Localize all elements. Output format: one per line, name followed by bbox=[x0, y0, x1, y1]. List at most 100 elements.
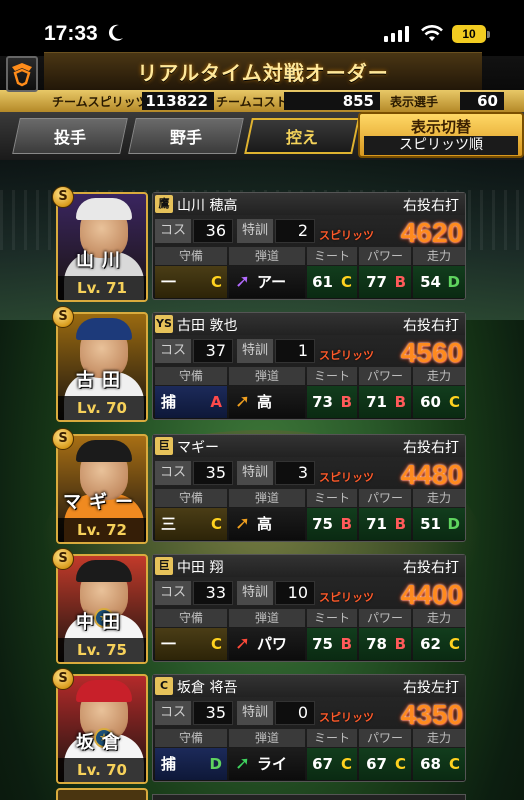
stat-power: パワー 78 B bbox=[359, 609, 411, 661]
tab-bench[interactable]: 控え bbox=[244, 118, 360, 154]
defense-value: 一 C bbox=[155, 628, 227, 660]
speed-grade: D bbox=[447, 515, 460, 533]
defense-value: 三 C bbox=[155, 508, 227, 540]
stat-defense: 守備 一 C bbox=[155, 609, 227, 661]
meet-label: ミート bbox=[307, 247, 357, 265]
power-value: 78 B bbox=[359, 628, 411, 660]
training-label: 特訓 bbox=[237, 461, 273, 485]
cost-value: 36 bbox=[193, 219, 233, 243]
spirits-label: スピリッツ bbox=[319, 471, 374, 484]
speed-label: 走力 bbox=[413, 367, 465, 385]
portrait-frame-partial bbox=[56, 788, 148, 800]
throw-bat-hand: 右投右打 bbox=[403, 318, 459, 334]
giants-logo-icon bbox=[12, 63, 32, 87]
player-name: 山川 穂高 bbox=[177, 198, 238, 214]
portrait-name: 古田 bbox=[76, 370, 128, 391]
team-icon: 巨 bbox=[155, 437, 173, 455]
player-card[interactable]: S ★ 坂倉 Lv. 70 C 坂倉 将吾 右投左打 コス 35 特訓 0 スピ… bbox=[52, 668, 466, 784]
defense-label: 守備 bbox=[155, 367, 227, 385]
team-logo-button[interactable] bbox=[6, 56, 38, 92]
stat-defense: 守備 捕 D bbox=[155, 729, 227, 781]
trajectory-text: 高 bbox=[257, 393, 273, 411]
power-number: 71 bbox=[366, 515, 387, 533]
stat-speed: 走力 60 C bbox=[413, 367, 465, 419]
throw-bat-hand: 右投右打 bbox=[403, 198, 459, 214]
spirits-value: 4400 bbox=[400, 579, 463, 610]
cost-value: 37 bbox=[193, 339, 233, 363]
stat-trajectory: 弾道 ➚ パワ bbox=[229, 609, 305, 661]
stat-defense: 守備 一 C bbox=[155, 247, 227, 299]
trajectory-value: ➚ ライ bbox=[229, 748, 305, 780]
spirits-rank-badge: S bbox=[52, 186, 74, 208]
tab-pitcher-label: 投手 bbox=[53, 128, 86, 147]
power-label: パワー bbox=[359, 609, 411, 627]
player-card[interactable]: S マギー Lv. 72 巨 マギー 右投右打 コス 35 特訓 3 スピリッツ… bbox=[52, 428, 466, 544]
defense-label: 守備 bbox=[155, 609, 227, 627]
trajectory-label: 弾道 bbox=[229, 729, 305, 747]
portrait-cap bbox=[76, 560, 132, 582]
stat-defense: 守備 捕 A bbox=[155, 367, 227, 419]
stat-trajectory: 弾道 ➚ ライ bbox=[229, 729, 305, 781]
trajectory-label: 弾道 bbox=[229, 609, 305, 627]
trajectory-arrow-icon: ➚ bbox=[235, 753, 251, 774]
power-value: 77 B bbox=[359, 266, 411, 298]
throw-bat-hand: 右投右打 bbox=[403, 440, 459, 456]
position-grade: A bbox=[210, 393, 222, 411]
sort-toggle-title: 表示切替 bbox=[410, 118, 471, 136]
power-value: 71 B bbox=[359, 508, 411, 540]
page-title: リアルタイム対戦オーダー bbox=[137, 61, 389, 85]
tab-fielder[interactable]: 野手 bbox=[128, 118, 244, 154]
training-label: 特訓 bbox=[237, 701, 273, 725]
stat-meet: ミート 75 B bbox=[307, 489, 357, 541]
speed-value: 54 D bbox=[413, 266, 465, 298]
player-card[interactable]: S 山川 Lv. 71 鷹 山川 穂高 右投右打 コス 36 特訓 2 スピリッ… bbox=[52, 186, 466, 302]
meet-value: 75 B bbox=[307, 508, 357, 540]
speed-number: 68 bbox=[420, 755, 441, 773]
meet-value: 75 B bbox=[307, 628, 357, 660]
sort-toggle-button[interactable]: 表示切替 スピリッツ順 bbox=[358, 112, 524, 158]
player-stats: 守備 三 C 弾道 ➚ 高 ミート 75 B パワー 71 B 走力 51 D bbox=[153, 489, 465, 541]
player-name-row: C 坂倉 将吾 右投左打 bbox=[153, 675, 465, 697]
position-grade: D bbox=[209, 755, 222, 773]
player-stats: 守備 捕 D 弾道 ➚ ライ ミート 67 C パワー 67 C 走力 68 C bbox=[153, 729, 465, 781]
player-card[interactable]: S ★ 中田 Lv. 75 巨 中田 翔 右投右打 コス 33 特訓 10 スピ… bbox=[52, 548, 466, 664]
power-number: 78 bbox=[366, 635, 387, 653]
portrait-cap bbox=[76, 318, 132, 340]
player-cost-row: コス 36 特訓 2 スピリッツ 4620 bbox=[153, 217, 465, 248]
power-grade: B bbox=[394, 393, 406, 411]
trajectory-arrow-icon: ➚ bbox=[235, 633, 251, 654]
player-name: マギー bbox=[177, 440, 219, 456]
meet-grade: C bbox=[340, 273, 352, 291]
cost-label: コス bbox=[155, 461, 191, 485]
player-cost-row: コス 35 特訓 0 スピリッツ 4350 bbox=[153, 699, 465, 730]
power-number: 67 bbox=[366, 755, 387, 773]
portrait-name: 中田 bbox=[76, 612, 128, 633]
cost-value: 33 bbox=[193, 581, 233, 605]
power-grade: B bbox=[394, 273, 406, 291]
portrait-name: 山川 bbox=[76, 250, 128, 271]
speed-label: 走力 bbox=[413, 609, 465, 627]
power-value: 67 C bbox=[359, 748, 411, 780]
title-bar: リアルタイム対戦オーダー bbox=[44, 52, 482, 90]
power-label: パワー bbox=[359, 247, 411, 265]
team-icon: YS bbox=[155, 315, 173, 333]
status-bar: 17:33 10 bbox=[0, 0, 524, 56]
player-level: Lv. 71 bbox=[58, 276, 146, 300]
training-label: 特訓 bbox=[237, 581, 273, 605]
stat-speed: 走力 68 C bbox=[413, 729, 465, 781]
sort-mode-label: スピリッツ順 bbox=[364, 136, 518, 155]
power-label: パワー bbox=[359, 367, 411, 385]
speed-value: 62 C bbox=[413, 628, 465, 660]
defense-label: 守備 bbox=[155, 729, 227, 747]
stat-power: パワー 77 B bbox=[359, 247, 411, 299]
tab-pitcher[interactable]: 投手 bbox=[12, 118, 128, 154]
speed-number: 54 bbox=[420, 273, 441, 291]
battery-tip bbox=[487, 31, 490, 38]
player-name-row: 巨 マギー 右投右打 bbox=[153, 435, 465, 457]
spirits-label: スピリッツ bbox=[319, 591, 374, 604]
player-portrait: 山川 Lv. 71 bbox=[56, 192, 148, 302]
player-card[interactable]: S 古田 Lv. 70 YS 古田 敦也 右投右打 コス 37 特訓 1 スピリ… bbox=[52, 306, 466, 422]
player-cost-row: コス 35 特訓 3 スピリッツ 4480 bbox=[153, 459, 465, 490]
speed-number: 51 bbox=[420, 515, 441, 533]
player-card-partial[interactable] bbox=[56, 788, 466, 800]
